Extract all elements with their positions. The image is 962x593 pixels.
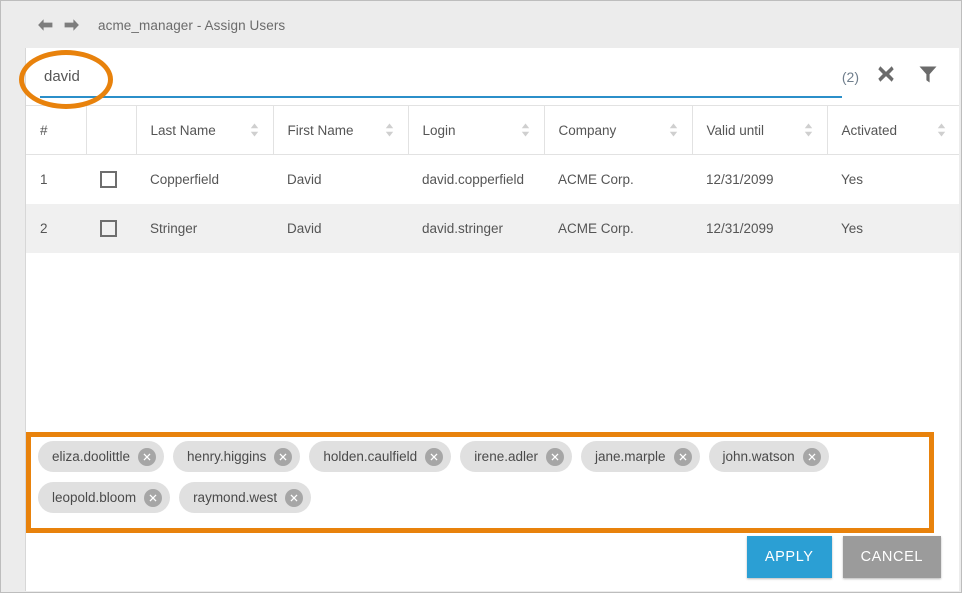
users-table: # Last Name First Name Login Company Valid un… [26, 105, 959, 253]
table-body: 1 CopperfieldDaviddavid.copperfieldACME C… [26, 155, 959, 253]
cell-index: 2 [26, 204, 86, 253]
cell-activated: Yes [827, 155, 959, 204]
column-header-label: Activated [842, 123, 898, 138]
arrow-right-icon [62, 17, 81, 33]
cancel-button[interactable]: CANCEL [843, 536, 941, 578]
cell-login: david.copperfield [408, 155, 544, 204]
column-header-activated[interactable]: Activated [827, 106, 959, 155]
title-bar: acme_manager - Assign Users [2, 2, 960, 48]
column-header-label: Valid until [707, 123, 765, 138]
back-button[interactable] [34, 14, 56, 36]
sort-arrows-icon [385, 123, 394, 137]
search-bar: (2) [40, 48, 945, 105]
chip-label: irene.adler [474, 449, 538, 464]
cell-valid-until: 12/31/2099 [692, 155, 827, 204]
column-header-login[interactable]: Login [408, 106, 544, 155]
selected-users-zone: eliza.doolittle henry.higgins holden.caulf… [28, 432, 934, 532]
column-header-label: Login [423, 123, 456, 138]
selected-user-chip: irene.adler [460, 441, 572, 472]
column-header-label: First Name [288, 123, 354, 138]
column-header-index: # [26, 106, 86, 155]
column-header-valid-until[interactable]: Valid until [692, 106, 827, 155]
chip-remove-icon[interactable] [274, 448, 292, 466]
cell-first-name: David [273, 155, 408, 204]
cell-activated: Yes [827, 204, 959, 253]
cell-index: 1 [26, 155, 86, 204]
chip-label: jane.marple [595, 449, 666, 464]
close-x-icon [876, 64, 896, 89]
cell-company: ACME Corp. [544, 155, 692, 204]
result-count: (2) [842, 69, 859, 85]
column-header-label: # [40, 123, 48, 138]
application-window: acme_manager - Assign Users (2) [0, 0, 962, 593]
chip-remove-icon[interactable] [803, 448, 821, 466]
search-input[interactable] [40, 60, 842, 94]
chip-label: raymond.west [193, 490, 277, 505]
chip-label: leopold.bloom [52, 490, 136, 505]
assign-users-dialog: (2) #Last NameFirst NameLogi [25, 48, 959, 591]
arrow-left-icon [36, 17, 55, 33]
sort-arrows-icon [937, 123, 946, 137]
selected-user-chip: leopold.bloom [38, 482, 170, 513]
selected-user-chip: john.watson [709, 441, 829, 472]
selected-users-chip-list: eliza.doolittle henry.higgins holden.caulf… [38, 441, 924, 513]
window-title: acme_manager - Assign Users [98, 18, 285, 33]
chip-remove-icon[interactable] [144, 489, 162, 507]
filter-funnel-icon [917, 63, 939, 90]
table-header: # Last Name First Name Login Company Valid un… [26, 106, 959, 155]
sort-arrows-icon [250, 123, 259, 137]
chip-remove-icon[interactable] [138, 448, 156, 466]
clear-search-button[interactable] [873, 64, 899, 90]
chip-remove-icon[interactable] [674, 448, 692, 466]
chip-label: holden.caulfield [323, 449, 417, 464]
chip-remove-icon[interactable] [546, 448, 564, 466]
row-checkbox[interactable] [100, 220, 117, 237]
filter-button[interactable] [915, 64, 941, 90]
chip-remove-icon[interactable] [285, 489, 303, 507]
search-field-wrapper [40, 48, 842, 105]
sort-arrows-icon [521, 123, 530, 137]
table-header-row: # Last Name First Name Login Company Valid un… [26, 106, 959, 155]
selected-user-chip: holden.caulfield [309, 441, 451, 472]
chip-label: eliza.doolittle [52, 449, 130, 464]
column-header-label: Company [559, 123, 617, 138]
cell-company: ACME Corp. [544, 204, 692, 253]
chip-remove-icon[interactable] [425, 448, 443, 466]
cell-valid-until: 12/31/2099 [692, 204, 827, 253]
cell-login: david.stringer [408, 204, 544, 253]
table-row[interactable]: 2 StringerDaviddavid.stringerACME Corp.12… [26, 204, 959, 253]
dialog-footer: APPLY CANCEL [747, 536, 941, 578]
selected-user-chip: henry.higgins [173, 441, 300, 472]
chip-label: john.watson [723, 449, 795, 464]
cell-last-name: Copperfield [136, 155, 273, 204]
row-select-cell[interactable] [86, 155, 136, 204]
column-header-select [86, 106, 136, 155]
chip-label: henry.higgins [187, 449, 266, 464]
table-row[interactable]: 1 CopperfieldDaviddavid.copperfieldACME C… [26, 155, 959, 204]
column-header-company[interactable]: Company [544, 106, 692, 155]
selected-user-chip: raymond.west [179, 482, 311, 513]
column-header-first-name[interactable]: First Name [273, 106, 408, 155]
forward-button[interactable] [60, 14, 82, 36]
sort-arrows-icon [804, 123, 813, 137]
row-select-cell[interactable] [86, 204, 136, 253]
row-checkbox[interactable] [100, 171, 117, 188]
column-header-last-name[interactable]: Last Name [136, 106, 273, 155]
selected-user-chip: eliza.doolittle [38, 441, 164, 472]
apply-button[interactable]: APPLY [747, 536, 832, 578]
sort-arrows-icon [669, 123, 678, 137]
column-header-label: Last Name [151, 123, 216, 138]
selected-user-chip: jane.marple [581, 441, 700, 472]
cell-last-name: Stringer [136, 204, 273, 253]
search-underline [40, 96, 842, 98]
cell-first-name: David [273, 204, 408, 253]
